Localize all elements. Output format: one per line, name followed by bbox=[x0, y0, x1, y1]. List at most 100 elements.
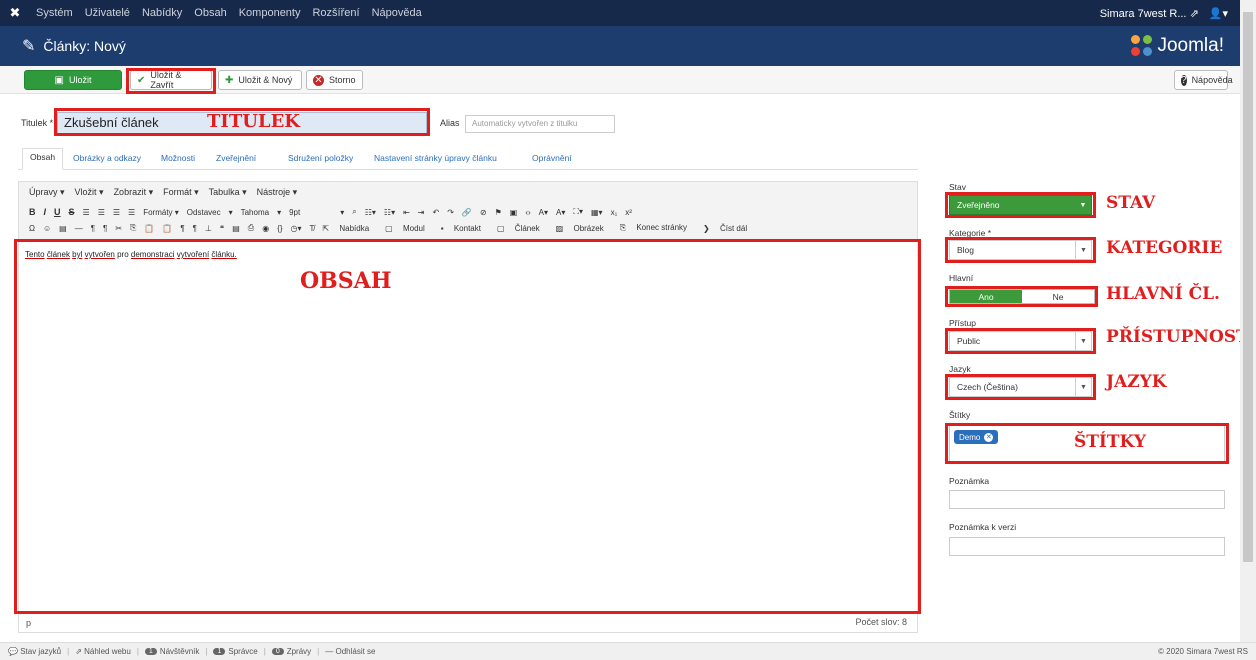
font-select[interactable]: Tahoma bbox=[241, 208, 269, 217]
nav-content[interactable]: Obsah bbox=[188, 7, 232, 19]
save-new-button[interactable]: ✚ Uložit & Nový bbox=[218, 70, 302, 90]
contact-button[interactable]: ▪ Kontakt bbox=[441, 224, 489, 233]
module-button[interactable]: ▢ Modul bbox=[385, 224, 433, 233]
visitors-link[interactable]: 1 Návštěvník bbox=[144, 647, 199, 656]
redo-icon[interactable]: ↷ bbox=[447, 208, 454, 217]
fullscreen-icon[interactable]: ⛶▾ bbox=[573, 207, 583, 217]
nav-menus[interactable]: Nabídky bbox=[136, 7, 188, 19]
numbered-list-icon[interactable]: ☷▾ bbox=[384, 208, 395, 217]
emoticons-icon[interactable]: ☺ bbox=[43, 224, 51, 233]
article-button[interactable]: ▢ Článek bbox=[497, 224, 548, 233]
show-blocks-icon[interactable]: ¶ bbox=[180, 224, 184, 233]
find-replace-icon[interactable]: ⌕ bbox=[352, 207, 356, 217]
media-icon[interactable]: ▤ bbox=[59, 224, 67, 233]
element-path[interactable]: p bbox=[26, 618, 31, 628]
underline-icon[interactable]: U bbox=[54, 207, 61, 217]
ltr-icon[interactable]: ¶ bbox=[91, 224, 95, 233]
image-button[interactable]: ▨ Obrázek bbox=[556, 224, 612, 233]
tab-images-links[interactable]: Obrázky a odkazy bbox=[73, 150, 141, 170]
version-note-input[interactable] bbox=[949, 537, 1225, 556]
size-select[interactable]: 9pt bbox=[289, 208, 300, 217]
help-button[interactable]: ? Nápověda bbox=[1174, 70, 1233, 90]
unlink-icon[interactable]: ⊘ bbox=[480, 208, 487, 217]
paste-text-icon[interactable]: 📋 bbox=[162, 224, 172, 233]
pagebreak-button[interactable]: ⎘ Konec stránky bbox=[620, 223, 695, 233]
menu-insert[interactable]: Vložit ▾ bbox=[75, 187, 104, 198]
language-status-link[interactable]: 💬 Stav jazyků bbox=[8, 647, 61, 656]
link-icon[interactable]: 🔗 bbox=[462, 208, 472, 217]
datetime-icon[interactable]: ◷▾ bbox=[291, 224, 302, 233]
nav-users[interactable]: Uživatelé bbox=[79, 7, 136, 19]
paste-icon[interactable]: 📋 bbox=[144, 224, 154, 233]
readmore-button[interactable]: ❯ Číst dál bbox=[703, 224, 755, 233]
tab-permissions[interactable]: Oprávnění bbox=[532, 150, 572, 170]
copy-icon[interactable]: ⎘ bbox=[130, 223, 136, 233]
outdent-icon[interactable]: ⇤ bbox=[403, 208, 410, 217]
indent-icon[interactable]: ⇥ bbox=[418, 208, 425, 217]
bullet-list-icon[interactable]: ☷▾ bbox=[365, 208, 376, 217]
alias-input[interactable]: Automaticky vytvořen z titulku bbox=[465, 115, 615, 133]
template-icon[interactable]: ▤ bbox=[232, 224, 240, 233]
italic-icon[interactable]: I bbox=[44, 207, 47, 217]
font-dropdown-icon[interactable]: ▾ bbox=[229, 208, 233, 217]
code-icon[interactable]: ‹› bbox=[525, 208, 530, 217]
anchor-icon[interactable]: ⚑ bbox=[495, 208, 502, 217]
subscript-icon[interactable]: x₁ bbox=[611, 208, 618, 217]
preview-link[interactable]: ⇗ Náhled webu bbox=[75, 647, 131, 656]
user-menu-icon[interactable]: 👤▾ bbox=[1209, 7, 1228, 20]
image-icon[interactable]: ▣ bbox=[510, 208, 518, 217]
menu-table[interactable]: Tabulka ▾ bbox=[209, 187, 247, 198]
nav-extensions[interactable]: Rozšíření bbox=[306, 7, 365, 19]
formats-select[interactable]: Formáty ▾ bbox=[143, 208, 179, 217]
rtl-icon[interactable]: ¶ bbox=[103, 224, 107, 233]
align-left-icon[interactable]: ☰ bbox=[83, 208, 90, 217]
logout-link[interactable]: — Odhlásit se bbox=[325, 647, 375, 656]
align-right-icon[interactable]: ☰ bbox=[113, 208, 120, 217]
tab-publishing[interactable]: Zveřejnění bbox=[216, 150, 256, 170]
special-char-icon[interactable]: Ω bbox=[29, 224, 35, 233]
save-button[interactable]: ▣ Uložit bbox=[24, 70, 122, 90]
align-center-icon[interactable]: ☰ bbox=[98, 208, 105, 217]
strikethrough-icon[interactable]: S bbox=[69, 207, 75, 217]
tab-content[interactable]: Obsah bbox=[22, 148, 64, 170]
menu-edit[interactable]: Úpravy ▾ bbox=[29, 187, 65, 198]
menu-button[interactable]: ⇱ Nabídka bbox=[322, 224, 377, 233]
text-color-icon[interactable]: A▾ bbox=[539, 208, 548, 217]
scrollbar-thumb[interactable] bbox=[1243, 12, 1253, 562]
note-input[interactable] bbox=[949, 490, 1225, 509]
align-justify-icon[interactable]: ☰ bbox=[128, 208, 135, 217]
tab-options[interactable]: Možnosti bbox=[161, 150, 195, 170]
site-name-link[interactable]: Simara 7west R... ⇗ bbox=[1100, 7, 1199, 20]
menu-format[interactable]: Formát ▾ bbox=[163, 187, 199, 198]
visual-chars-icon[interactable]: ¶ bbox=[193, 224, 197, 233]
blockquote-icon[interactable]: ❝ bbox=[220, 224, 224, 233]
font-dropdown-icon[interactable]: ▾ bbox=[277, 208, 281, 217]
nav-components[interactable]: Komponenty bbox=[233, 7, 307, 19]
menu-view[interactable]: Zobrazit ▾ bbox=[114, 187, 154, 198]
clear-format-icon[interactable]: T̸ bbox=[310, 224, 315, 233]
bold-icon[interactable]: B bbox=[29, 207, 36, 217]
cut-icon[interactable]: ✂ bbox=[115, 224, 122, 233]
source-code-icon[interactable]: {} bbox=[277, 224, 282, 233]
admins-link[interactable]: 1 Správce bbox=[213, 647, 258, 656]
paragraph-select[interactable]: Odstavec bbox=[187, 208, 221, 217]
tab-editor-settings[interactable]: Nastavení stránky úpravy článku bbox=[374, 150, 497, 170]
preview-icon[interactable]: ◉ bbox=[262, 224, 269, 233]
table-icon[interactable]: ▦▾ bbox=[591, 208, 603, 217]
size-dropdown-icon[interactable]: ▾ bbox=[340, 208, 344, 217]
cancel-button[interactable]: ✕ Storno bbox=[306, 70, 363, 90]
print-icon[interactable]: ⎙ bbox=[248, 223, 254, 233]
annotation-box-featured bbox=[945, 286, 1098, 307]
horizontal-rule-icon[interactable]: — bbox=[75, 224, 83, 233]
nav-system[interactable]: Systém bbox=[30, 7, 79, 19]
messages-link[interactable]: 0 Zprávy bbox=[271, 647, 311, 656]
joomla-menu-icon[interactable]: ✖ bbox=[0, 5, 30, 21]
nav-help[interactable]: Nápověda bbox=[366, 7, 428, 19]
page-scrollbar[interactable] bbox=[1240, 0, 1256, 642]
visual-aid-icon[interactable]: ⊥ bbox=[205, 224, 212, 233]
bg-color-icon[interactable]: A▾ bbox=[556, 208, 565, 217]
undo-icon[interactable]: ↶ bbox=[433, 208, 440, 217]
superscript-icon[interactable]: x² bbox=[625, 208, 632, 217]
menu-tools[interactable]: Nástroje ▾ bbox=[257, 187, 298, 198]
tab-associations[interactable]: Sdružení položky bbox=[288, 150, 353, 170]
